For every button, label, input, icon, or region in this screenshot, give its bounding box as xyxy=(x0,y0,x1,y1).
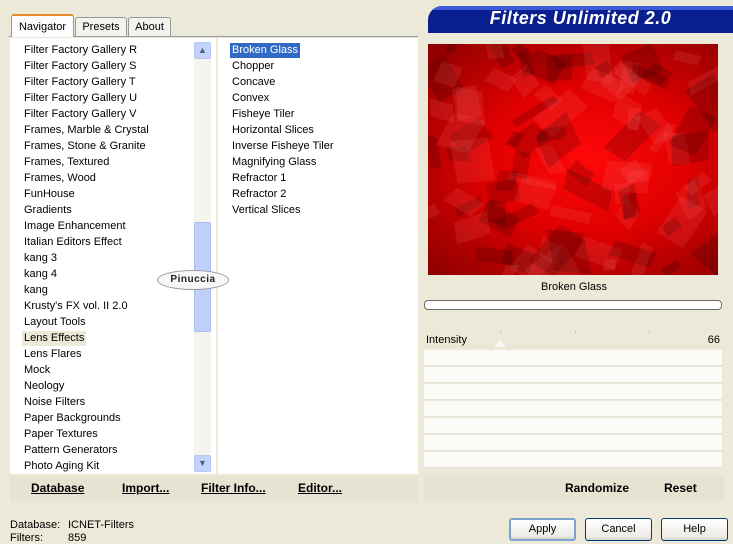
help-button[interactable]: Help xyxy=(661,518,728,541)
category-item[interactable]: Mock xyxy=(22,363,52,378)
param-row-empty xyxy=(424,452,722,468)
filters-count-value: 859 xyxy=(68,532,87,544)
category-item[interactable]: Paper Backgrounds xyxy=(22,411,123,426)
preview-facet xyxy=(548,204,592,225)
category-item[interactable]: Frames, Textured xyxy=(22,155,111,170)
progress-bar xyxy=(424,300,722,310)
category-item[interactable]: Filter Factory Gallery S xyxy=(22,59,138,74)
param-row-empty xyxy=(424,418,722,434)
category-list[interactable]: Filter Factory Gallery R Filter Factory G… xyxy=(10,38,216,474)
filter-item[interactable]: Broken Glass xyxy=(230,43,301,58)
category-item[interactable]: Gradients xyxy=(22,203,74,218)
category-item[interactable]: Filter Factory Gallery U xyxy=(22,91,139,106)
preview-facet xyxy=(455,85,485,126)
category-item[interactable]: Photo Aging Kit xyxy=(22,459,101,474)
category-item[interactable]: Noise Filters xyxy=(22,395,87,410)
category-item[interactable]: Lens Effects xyxy=(22,331,87,346)
param-value-intensity[interactable]: 66 xyxy=(690,334,720,346)
category-item[interactable]: Pattern Generators xyxy=(22,443,120,458)
editor-button[interactable]: Editor... xyxy=(298,481,342,495)
param-row-empty xyxy=(424,367,722,383)
apply-button[interactable]: Apply xyxy=(509,518,576,541)
category-item[interactable]: Image Enhancement xyxy=(22,219,128,234)
scroll-down-icon[interactable]: ▼ xyxy=(194,455,211,472)
tab-navigator[interactable]: Navigator xyxy=(11,14,74,37)
filter-item[interactable]: Convex xyxy=(230,91,271,106)
filter-item[interactable]: Chopper xyxy=(230,59,276,74)
param-row-empty xyxy=(424,435,722,451)
category-item[interactable]: kang 4 xyxy=(22,267,59,282)
category-item[interactable]: Lens Flares xyxy=(22,347,83,362)
filter-item[interactable]: Concave xyxy=(230,75,277,90)
param-slider-marker[interactable] xyxy=(494,339,506,347)
scroll-up-icon[interactable]: ▲ xyxy=(194,42,211,59)
category-item[interactable]: kang xyxy=(22,283,50,298)
filter-item[interactable]: Inverse Fisheye Tiler xyxy=(230,139,335,154)
preview-facet xyxy=(671,50,702,66)
filter-item[interactable]: Fisheye Tiler xyxy=(230,107,296,122)
preview-facet xyxy=(428,204,440,221)
preview-facet xyxy=(494,170,518,191)
category-item[interactable]: FunHouse xyxy=(22,187,77,202)
database-button[interactable]: Database xyxy=(31,481,84,495)
title-banner: Filters Unlimited 2.0 xyxy=(428,6,733,33)
app-title: Filters Unlimited 2.0 xyxy=(489,8,672,28)
preview-facet xyxy=(485,44,505,59)
preview-facet xyxy=(445,44,457,54)
preview-facet xyxy=(443,187,485,217)
category-item[interactable]: Frames, Stone & Granite xyxy=(22,139,148,154)
category-item[interactable]: Italian Editors Effect xyxy=(22,235,124,250)
param-row-empty xyxy=(424,384,722,400)
preview-facet xyxy=(660,260,683,275)
category-item[interactable]: Krusty's FX vol. II 2.0 xyxy=(22,299,130,314)
category-item[interactable]: kang 3 xyxy=(22,251,59,266)
param-tick xyxy=(575,331,576,334)
filter-list[interactable]: Broken Glass Chopper Concave Convex Fisheye … xyxy=(218,38,418,474)
param-tick xyxy=(500,331,501,334)
watermark: Pinuccia xyxy=(157,270,229,290)
preview-facet xyxy=(450,137,496,185)
reset-button[interactable]: Reset xyxy=(664,481,697,495)
preview-facet xyxy=(484,68,519,93)
param-row-intensity[interactable] xyxy=(424,331,722,347)
filter-item[interactable]: Vertical Slices xyxy=(230,203,302,218)
filter-info-button[interactable]: Filter Info... xyxy=(201,481,266,495)
category-item[interactable]: Frames, Wood xyxy=(22,171,98,186)
preview-facet xyxy=(690,234,718,275)
preview-facet xyxy=(622,193,637,221)
filters-count-label: Filters: xyxy=(10,532,43,544)
category-item[interactable]: Frames, Marble & Crystal xyxy=(22,123,151,138)
param-tick xyxy=(649,331,650,334)
category-item[interactable]: Paper Textures xyxy=(22,427,100,442)
preview-facet xyxy=(602,259,616,271)
preview-caption: Broken Glass xyxy=(540,281,608,293)
category-item[interactable]: Filter Factory Gallery V xyxy=(22,107,138,122)
preview-facet xyxy=(500,264,519,275)
tab-about[interactable]: About xyxy=(128,17,171,36)
filter-item[interactable]: Magnifying Glass xyxy=(230,155,318,170)
database-label: Database: xyxy=(10,519,61,531)
param-label-intensity: Intensity xyxy=(426,334,467,346)
cancel-button[interactable]: Cancel xyxy=(585,518,652,541)
import-button[interactable]: Import... xyxy=(122,481,169,495)
filter-item[interactable]: Refractor 2 xyxy=(230,187,288,202)
filter-item[interactable]: Refractor 1 xyxy=(230,171,288,186)
randomize-button[interactable]: Randomize xyxy=(565,481,629,495)
category-item[interactable]: Neology xyxy=(22,379,66,394)
category-scrollbar[interactable]: ▲ ▼ xyxy=(194,42,211,472)
category-item[interactable]: Filter Factory Gallery T xyxy=(22,75,138,90)
category-item[interactable]: Filter Factory Gallery R xyxy=(22,43,139,58)
tab-presets[interactable]: Presets xyxy=(75,17,127,36)
database-value: ICNET-Filters xyxy=(68,519,134,531)
param-row-empty xyxy=(424,401,722,417)
param-row-empty xyxy=(424,350,722,366)
category-item[interactable]: Layout Tools xyxy=(22,315,88,330)
preview-image xyxy=(428,44,718,275)
filter-item[interactable]: Horizontal Slices xyxy=(230,123,316,138)
